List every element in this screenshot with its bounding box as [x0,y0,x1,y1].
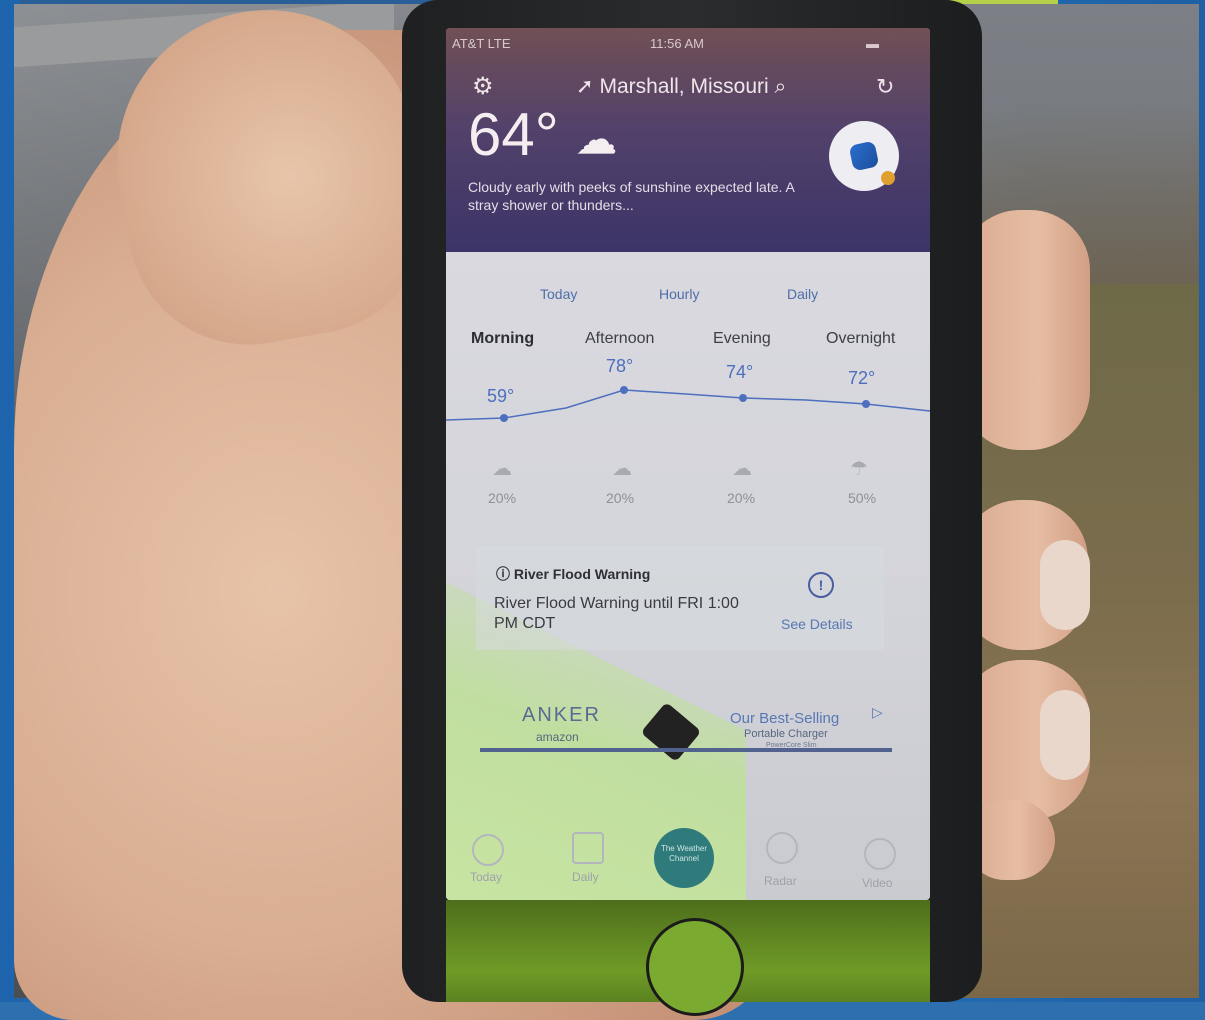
video-icon[interactable] [864,838,896,870]
home-button[interactable] [646,918,744,1016]
precip-evening: 20% [727,490,756,506]
temp-point-evening [739,394,747,402]
tab-today[interactable]: Today [540,286,577,302]
ad-choices-icon[interactable]: ▷ [872,704,883,721]
battery-icon: ▬ [866,36,879,51]
ad-product-image [640,701,702,763]
temp-point-afternoon [620,386,628,394]
exclamation-icon: ! [808,572,834,598]
ad-line-2: Portable Charger [744,728,828,740]
ad-underline [480,748,892,752]
location-label[interactable]: ➚ Marshall, Missouri ⌕ [576,74,786,99]
see-details-link[interactable]: See Details [781,616,853,632]
ad-brand: ANKER [522,704,601,726]
gear-icon[interactable]: ⚙ [472,72,494,101]
history-icon[interactable]: ↻ [876,74,894,100]
period-morning[interactable]: Morning [471,330,534,348]
weather-header: AT&T LTE 11:56 AM ▬ ⚙ ➚ Marshall, Missou… [446,28,930,252]
precip-overnight: 50% [848,490,877,506]
forecast-description: Cloudy early with peeks of sunshine expe… [468,179,795,213]
cloud-icon: ☁ [575,115,618,163]
period-overnight[interactable]: Overnight [826,330,895,348]
ad-headline: Our Best-Selling [730,710,840,727]
cloud-icon: ☁ [732,458,752,480]
period-evening[interactable]: Evening [713,330,771,348]
temp-point-morning [500,414,508,422]
carrier-status: AT&T LTE [452,36,511,51]
ad-retailer: amazon [536,730,579,744]
alert-title-text: River Flood Warning [513,566,651,582]
status-time: 11:56 AM [650,36,704,51]
search-icon[interactable]: ⌕ [775,75,787,98]
warning-icon: ⓘ [496,566,510,582]
assistant-icon [848,140,880,172]
advertisement-banner[interactable]: ANKER amazon Our Best-Selling Portable C… [480,692,894,772]
alert-text: River Flood Warning until FRI 1:00 PM CD… [494,595,739,632]
precip-morning: 20% [488,490,517,506]
location-name: Marshall, Missouri [599,75,769,98]
fingernail [1040,540,1090,630]
alert-title: ⓘ River Flood Warning [496,564,650,584]
calendar-icon[interactable] [572,832,604,864]
current-temperature: 64° ☁ [468,100,617,169]
today-icon[interactable] [472,834,504,866]
current-temp-value: 64° [468,101,559,168]
cloud-icon: ☁ [492,458,512,480]
cloud-icon: ☁ [612,458,632,480]
temperature-trend-line [446,386,930,422]
radar-icon[interactable] [766,832,798,864]
alert-card[interactable]: ⓘ River Flood Warning River Flood Warnin… [476,546,884,650]
tabbar-video[interactable]: Video [862,876,892,890]
bottom-tab-bar: Today Daily The Weather Channel Radar Vi… [446,818,930,900]
precip-afternoon: 20% [606,490,635,506]
brand-name: The Weather Channel [660,844,708,863]
tab-hourly[interactable]: Hourly [659,286,699,302]
location-arrow-icon: ➚ [576,75,594,98]
weather-channel-logo[interactable]: The Weather Channel [654,828,714,888]
phone-screen: AT&T LTE 11:56 AM ▬ ⚙ ➚ Marshall, Missou… [446,28,930,900]
period-afternoon[interactable]: Afternoon [585,330,654,348]
temp-point-overnight [862,400,870,408]
tabbar-today[interactable]: Today [470,870,502,884]
assistant-button[interactable] [829,121,899,191]
rain-cloud-icon: ☂ [850,458,868,480]
tabbar-daily[interactable]: Daily [572,870,599,884]
tabbar-radar[interactable]: Radar [764,874,797,888]
notification-dot [881,171,895,185]
fingernail [1040,690,1090,780]
tab-daily[interactable]: Daily [787,286,818,302]
